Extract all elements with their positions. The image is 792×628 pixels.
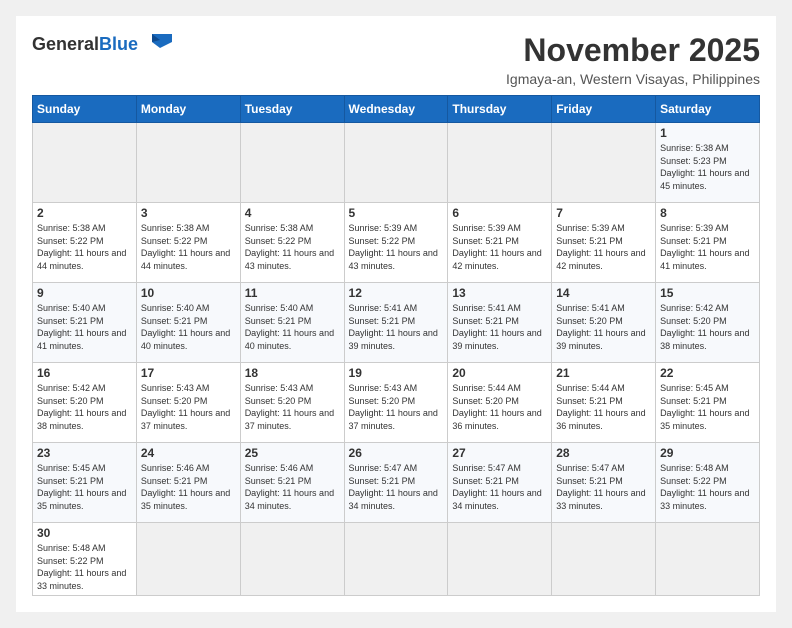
- calendar-table: Sunday Monday Tuesday Wednesday Thursday…: [32, 95, 760, 596]
- table-row: 20Sunrise: 5:44 AMSunset: 5:20 PMDayligh…: [448, 363, 552, 443]
- table-row: 30Sunrise: 5:48 AMSunset: 5:22 PMDayligh…: [33, 523, 137, 596]
- table-row: 3Sunrise: 5:38 AMSunset: 5:22 PMDaylight…: [136, 203, 240, 283]
- table-row: 27Sunrise: 5:47 AMSunset: 5:21 PMDayligh…: [448, 443, 552, 523]
- table-row: 17Sunrise: 5:43 AMSunset: 5:20 PMDayligh…: [136, 363, 240, 443]
- table-row: [656, 523, 760, 596]
- table-row: 9Sunrise: 5:40 AMSunset: 5:21 PMDaylight…: [33, 283, 137, 363]
- table-row: 10Sunrise: 5:40 AMSunset: 5:21 PMDayligh…: [136, 283, 240, 363]
- table-row: 16Sunrise: 5:42 AMSunset: 5:20 PMDayligh…: [33, 363, 137, 443]
- table-row: [344, 523, 448, 596]
- table-row: 19Sunrise: 5:43 AMSunset: 5:20 PMDayligh…: [344, 363, 448, 443]
- logo-general: General: [32, 34, 99, 54]
- header-thursday: Thursday: [448, 96, 552, 123]
- table-row: [240, 523, 344, 596]
- table-row: [448, 123, 552, 203]
- header-monday: Monday: [136, 96, 240, 123]
- table-row: 14Sunrise: 5:41 AMSunset: 5:20 PMDayligh…: [552, 283, 656, 363]
- month-title: November 2025: [506, 32, 760, 69]
- table-row: 4Sunrise: 5:38 AMSunset: 5:22 PMDaylight…: [240, 203, 344, 283]
- table-row: 29Sunrise: 5:48 AMSunset: 5:22 PMDayligh…: [656, 443, 760, 523]
- table-row: 13Sunrise: 5:41 AMSunset: 5:21 PMDayligh…: [448, 283, 552, 363]
- table-row: 8Sunrise: 5:39 AMSunset: 5:21 PMDaylight…: [656, 203, 760, 283]
- logo-blue: Blue: [99, 34, 138, 54]
- logo: GeneralBlue: [32, 32, 176, 55]
- table-row: 6Sunrise: 5:39 AMSunset: 5:21 PMDaylight…: [448, 203, 552, 283]
- table-row: [552, 123, 656, 203]
- table-row: [136, 523, 240, 596]
- table-row: 15Sunrise: 5:42 AMSunset: 5:20 PMDayligh…: [656, 283, 760, 363]
- table-row: 28Sunrise: 5:47 AMSunset: 5:21 PMDayligh…: [552, 443, 656, 523]
- table-row: [552, 523, 656, 596]
- table-row: 18Sunrise: 5:43 AMSunset: 5:20 PMDayligh…: [240, 363, 344, 443]
- table-row: 2Sunrise: 5:38 AMSunset: 5:22 PMDaylight…: [33, 203, 137, 283]
- table-row: 11Sunrise: 5:40 AMSunset: 5:21 PMDayligh…: [240, 283, 344, 363]
- header-wednesday: Wednesday: [344, 96, 448, 123]
- table-row: 25Sunrise: 5:46 AMSunset: 5:21 PMDayligh…: [240, 443, 344, 523]
- table-row: [33, 123, 137, 203]
- table-row: [136, 123, 240, 203]
- header-sunday: Sunday: [33, 96, 137, 123]
- table-row: 7Sunrise: 5:39 AMSunset: 5:21 PMDaylight…: [552, 203, 656, 283]
- header-tuesday: Tuesday: [240, 96, 344, 123]
- table-row: 22Sunrise: 5:45 AMSunset: 5:21 PMDayligh…: [656, 363, 760, 443]
- title-block: November 2025 Igmaya-an, Western Visayas…: [506, 32, 760, 87]
- table-row: 21Sunrise: 5:44 AMSunset: 5:21 PMDayligh…: [552, 363, 656, 443]
- table-row: 26Sunrise: 5:47 AMSunset: 5:21 PMDayligh…: [344, 443, 448, 523]
- header-friday: Friday: [552, 96, 656, 123]
- table-row: 24Sunrise: 5:46 AMSunset: 5:21 PMDayligh…: [136, 443, 240, 523]
- header-saturday: Saturday: [656, 96, 760, 123]
- table-row: [448, 523, 552, 596]
- table-row: 5Sunrise: 5:39 AMSunset: 5:22 PMDaylight…: [344, 203, 448, 283]
- location: Igmaya-an, Western Visayas, Philippines: [506, 71, 760, 87]
- table-row: 23Sunrise: 5:45 AMSunset: 5:21 PMDayligh…: [33, 443, 137, 523]
- table-row: 1Sunrise: 5:38 AMSunset: 5:23 PMDaylight…: [656, 123, 760, 203]
- table-row: [240, 123, 344, 203]
- table-row: 12Sunrise: 5:41 AMSunset: 5:21 PMDayligh…: [344, 283, 448, 363]
- table-row: [344, 123, 448, 203]
